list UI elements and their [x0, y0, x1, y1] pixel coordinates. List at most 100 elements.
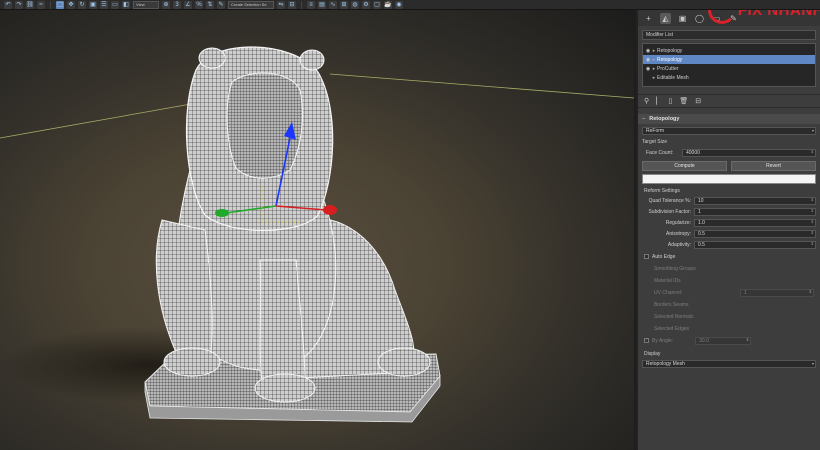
dropdown-arrow-icon: ▾ — [811, 127, 814, 133]
curve-editor-icon[interactable]: ∿ — [329, 0, 337, 9]
select-by-name-icon[interactable]: ☰ — [100, 0, 108, 9]
smoothing-groups-row: Smoothing Groups — [654, 264, 814, 273]
rectangle-select-icon[interactable]: ▭ — [111, 0, 119, 9]
spinner-icon[interactable]: ⇕ — [811, 241, 814, 247]
gizmo-y-handle[interactable] — [215, 209, 229, 217]
method-row: ReForm ▾ — [642, 126, 816, 135]
adaptivity-label: Adaptivity: — [667, 241, 691, 248]
stack-toolbar: ⚲ ▏ ▯ 🗑 ⊟ — [638, 94, 820, 108]
display-mode-dropdown[interactable]: Retopology Mesh ▾ — [642, 359, 816, 368]
anisotropy-value: 0.5 — [698, 230, 705, 237]
spinner-icon: ⇕ — [808, 288, 812, 294]
gizmo-x-handle[interactable] — [323, 205, 337, 215]
by-angle-checkbox — [644, 338, 649, 343]
modifier-list-dropdown[interactable]: Modifier List — [642, 30, 816, 40]
show-end-result-icon[interactable]: ▏ — [656, 97, 661, 105]
quad-tolerance-input[interactable]: 10 ⇕ — [694, 196, 816, 205]
stack-item[interactable]: ◉ ▸ ProCutter — [643, 64, 815, 73]
main-toolbar: ↶ ↷ ⛓ ≈ ⬚ ✥ ↻ ▣ ☰ ▭ ◧ View ⊕ 3 ∠ % ⇅ ✎ C… — [0, 0, 820, 10]
window-crossing-icon[interactable]: ◧ — [122, 0, 130, 9]
pin-stack-icon[interactable]: ⚲ — [644, 97, 649, 105]
configure-sets-icon[interactable]: ⊟ — [695, 97, 701, 105]
auto-edge-checkbox[interactable] — [644, 254, 649, 259]
render-icon[interactable]: ☕ — [384, 0, 392, 9]
regularize-row: Regularize: 1.0 ⇕ — [642, 218, 816, 227]
percent-snap-icon[interactable]: % — [195, 0, 203, 9]
modify-tab-icon[interactable]: ◭ — [660, 12, 671, 24]
revert-button[interactable]: Revert — [731, 161, 816, 171]
spinner-icon[interactable]: ⇕ — [811, 219, 814, 225]
stack-item-selected[interactable]: ◉ ▸ Retopology — [643, 55, 815, 64]
scale-icon[interactable]: ▣ — [89, 0, 97, 9]
adaptivity-input[interactable]: 0.5 ⇕ — [694, 240, 816, 249]
target-size-label: Target Size — [642, 138, 668, 145]
scene-explorer-icon[interactable]: ▤ — [318, 0, 326, 9]
modifier-stack[interactable]: ◉ ▸ Retopology ◉ ▸ Retopology ◉ ▸ ProCut… — [642, 43, 816, 87]
spinner-snap-icon[interactable]: ⇅ — [206, 0, 214, 9]
subdivision-label: Subdivision Factor: — [648, 208, 691, 215]
snap-icon[interactable]: 3 — [173, 0, 181, 9]
stack-item-label: Editable Mesh — [657, 74, 689, 81]
rotate-icon[interactable]: ↻ — [78, 0, 86, 9]
borders-seams-label: Borders Seams — [654, 301, 689, 308]
by-angle-row: By Angle: 30.0 ⇕ — [644, 336, 814, 345]
regularize-input[interactable]: 1.0 ⇕ — [694, 218, 816, 227]
lion-statue-mesh[interactable] — [144, 46, 441, 423]
retopology-rollout-header[interactable]: − Retopology — [638, 114, 820, 124]
motion-tab-icon[interactable]: ◯ — [694, 13, 705, 24]
material-editor-icon[interactable]: ◍ — [351, 0, 359, 9]
display-label: Display — [644, 351, 661, 357]
auto-edge-label: Auto Edge — [652, 253, 676, 260]
anisotropy-input[interactable]: 0.5 ⇕ — [694, 229, 816, 238]
anisotropy-label: Anisotropy: — [665, 230, 691, 237]
remove-modifier-icon[interactable]: 🗑 — [679, 97, 688, 105]
mirror-icon[interactable]: ⇋ — [277, 0, 285, 9]
uv-channel-value: 1 — [744, 289, 747, 296]
bind-space-warp-icon[interactable]: ≈ — [37, 0, 45, 9]
spinner-icon[interactable]: ⇕ — [811, 208, 814, 214]
render-production-icon[interactable]: ◉ — [395, 0, 403, 9]
select-link-icon[interactable]: ⛓ — [26, 0, 34, 9]
quad-tolerance-label: Quad Tolerance %: — [648, 197, 691, 204]
render-setup-icon[interactable]: ⚙ — [362, 0, 370, 9]
by-angle-input: 30.0 ⇕ — [695, 336, 752, 345]
select-object-icon[interactable]: ⬚ — [56, 0, 64, 9]
watermark-logo-icon — [707, 10, 736, 24]
toolbar-divider — [301, 0, 302, 9]
pivot-icon[interactable]: ⊕ — [162, 0, 170, 9]
angle-snap-icon[interactable]: ∠ — [184, 0, 192, 9]
create-tab-icon[interactable]: + — [643, 13, 654, 24]
make-unique-icon[interactable]: ▯ — [669, 97, 673, 105]
viewport-canvas — [0, 46, 634, 423]
method-dropdown[interactable]: ReForm ▾ — [642, 126, 816, 135]
face-count-input[interactable]: 40000 ⇕ — [682, 148, 816, 157]
compute-button[interactable]: Compute — [642, 161, 727, 171]
stack-item[interactable]: ◉ ▸ Retopology — [643, 46, 815, 55]
perspective-viewport[interactable] — [0, 10, 634, 450]
render-frame-icon[interactable]: ▢ — [373, 0, 381, 9]
reference-coord-dropdown[interactable]: View — [133, 0, 159, 9]
schematic-view-icon[interactable]: ⊞ — [340, 0, 348, 9]
edit-named-sel-icon[interactable]: ✎ — [217, 0, 225, 9]
auto-edge-row: Auto Edge — [644, 252, 814, 261]
move-icon[interactable]: ✥ — [67, 0, 75, 9]
subdivision-input[interactable]: 1 ⇕ — [694, 207, 816, 216]
layer-explorer-icon[interactable]: ≡ — [307, 0, 315, 9]
redo-icon[interactable]: ↷ — [15, 0, 23, 9]
stack-item[interactable]: ▸ Editable Mesh — [643, 73, 815, 82]
command-panel: + ◭ ▣ ◯ ▭ ✎ FIX NHANH Modifier List ◉ ▸ … — [636, 10, 820, 450]
uv-channel-row: UV Channel: 1 ⇕ — [654, 288, 814, 297]
undo-icon[interactable]: ↶ — [4, 0, 12, 9]
adaptivity-row: Adaptivity: 0.5 ⇕ — [642, 240, 816, 249]
collapse-icon: − — [642, 116, 646, 122]
align-icon[interactable]: ⊟ — [288, 0, 296, 9]
spinner-icon[interactable]: ⇕ — [811, 149, 814, 155]
face-count-value: 40000 — [686, 149, 700, 156]
spinner-icon[interactable]: ⇕ — [811, 230, 814, 236]
selection-set-dropdown[interactable]: Create Selection Se — [228, 0, 274, 9]
regularize-value: 1.0 — [698, 219, 705, 226]
hierarchy-tab-icon[interactable]: ▣ — [677, 13, 688, 24]
regularize-label: Regularize: — [665, 219, 691, 226]
uv-channel-input: 1 ⇕ — [740, 288, 814, 297]
spinner-icon[interactable]: ⇕ — [811, 197, 814, 203]
